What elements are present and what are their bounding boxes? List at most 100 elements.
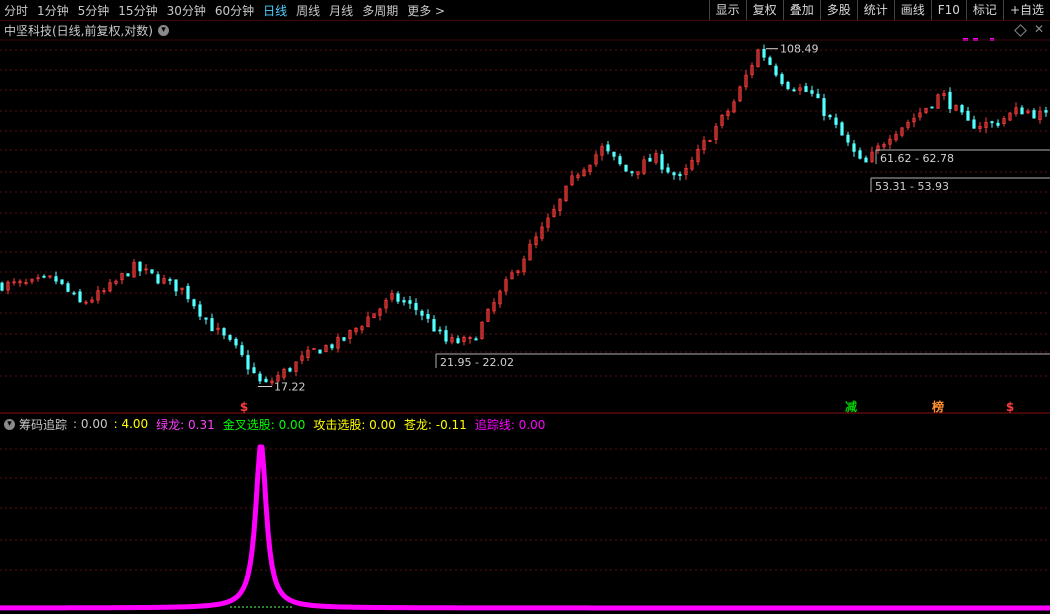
signal-marker: $ [1006,400,1014,414]
candle-body [306,349,310,359]
candle-body [984,122,988,128]
candle-body [1020,107,1024,115]
indicator-name: 筹码追踪 [19,417,68,432]
candle-body [24,282,28,284]
candle-body [360,326,364,331]
candle-body [18,280,22,284]
candle-body [42,275,46,278]
toolbar-button-6[interactable]: F10 [930,0,966,20]
chevron-down-icon[interactable]: ▾ [158,24,169,36]
candle-body [114,280,118,284]
candle-body [966,110,970,121]
period-tab-2[interactable]: 5分钟 [78,2,110,19]
signal-marker: $ [240,400,248,414]
low-label: 17.22 [274,381,306,394]
toolbar-button-8[interactable]: +自选 [1002,0,1050,20]
candle-body [390,293,394,300]
period-tab-4[interactable]: 30分钟 [167,2,206,19]
indicator-v2: : 4.00 [113,417,149,431]
candle-body [0,282,4,291]
candle-body [582,169,586,177]
candle-body [672,172,676,176]
candle-body [84,301,88,304]
candle-body [630,171,634,174]
candle-body [318,349,322,354]
candle-body [1026,110,1030,114]
period-tab-7[interactable]: 周线 [296,2,320,19]
candle-body [858,150,862,159]
candle-body [462,336,466,342]
period-tab-8[interactable]: 月线 [329,2,353,19]
candle-body [612,151,616,157]
candle-body [150,269,154,274]
candle-body [810,90,814,94]
candle-body [372,313,376,319]
period-tab-3[interactable]: 15分钟 [118,2,157,19]
candle-body [486,308,490,322]
candle-body [696,148,700,163]
toolbar-button-4[interactable]: 统计 [856,0,894,20]
period-tab-9[interactable]: 多周期 [362,2,398,19]
candle-body [450,337,454,343]
candle-body [264,378,268,383]
candle-body [798,87,802,91]
candle-body [288,368,292,372]
candle-body [432,319,436,332]
candle-body [678,173,682,177]
candle-body [816,93,820,99]
candle-body [762,48,766,58]
candle-body [132,262,136,278]
toolbar-button-3[interactable]: 多股 [819,0,857,20]
indicator-item-0: 绿龙: 0.31 [156,417,215,432]
candle-body [222,328,226,336]
tracking-line [0,444,1050,611]
candle-body [924,107,928,113]
period-tab-0[interactable]: 分时 [4,2,28,19]
candle-body [156,274,160,284]
price-chart: 108.49 17.22 61.62 - 62.78 53.31 - 53.93 21.… [0,39,1050,611]
candle-body [666,167,670,173]
candle-body [414,303,418,311]
candle-body [690,160,694,170]
toolbar-button-0[interactable]: 显示 [708,0,746,20]
candle-body [708,140,712,143]
candle-body [972,119,976,129]
candle-body [654,152,658,163]
candle-body [456,338,460,344]
candle-body [426,314,430,319]
chevron-down-icon[interactable]: ▾ [4,418,15,430]
candle-body [36,277,40,280]
toolbar-button-2[interactable]: 叠加 [782,0,820,20]
period-tab-5[interactable]: 60分钟 [215,2,254,19]
period-tab-6[interactable]: 日线 [263,2,287,19]
indicator-v1: : 0.00 [73,417,108,431]
candle-body [468,337,472,340]
candle-body [978,125,982,129]
candle-body [534,236,538,245]
period-tab-1[interactable]: 1分钟 [37,2,69,19]
candle-body [744,74,748,88]
toolbar-button-5[interactable]: 画线 [893,0,931,20]
indicator-item-4: 追踪线: 0.00 [474,417,546,432]
candle-body [120,273,124,281]
candle-body [618,156,622,165]
candle-body [930,106,934,109]
diamond-icon[interactable] [1014,24,1027,37]
period-tabs: 分时 1分钟 5分钟 15分钟 30分钟 60分钟 日线 周线 月线 多周期 更多 > [4,0,454,20]
range1-label: 61.62 - 62.78 [880,152,954,165]
toolbar-button-7[interactable]: 标记 [965,0,1003,20]
candle-body [768,57,772,65]
candle-body [300,355,304,361]
candle-body [786,81,790,90]
candle-body [378,308,382,316]
candle-body [558,198,562,211]
candle-body [54,276,58,282]
close-icon[interactable]: ✕ [1034,22,1044,36]
toolbar-button-1[interactable]: 复权 [745,0,783,20]
candle-body [504,279,508,292]
candle-body [498,290,502,305]
candle-body [12,281,16,284]
candle-body [420,310,424,316]
period-tab-10[interactable]: 更多 > [407,2,445,19]
candle-body [738,86,742,102]
